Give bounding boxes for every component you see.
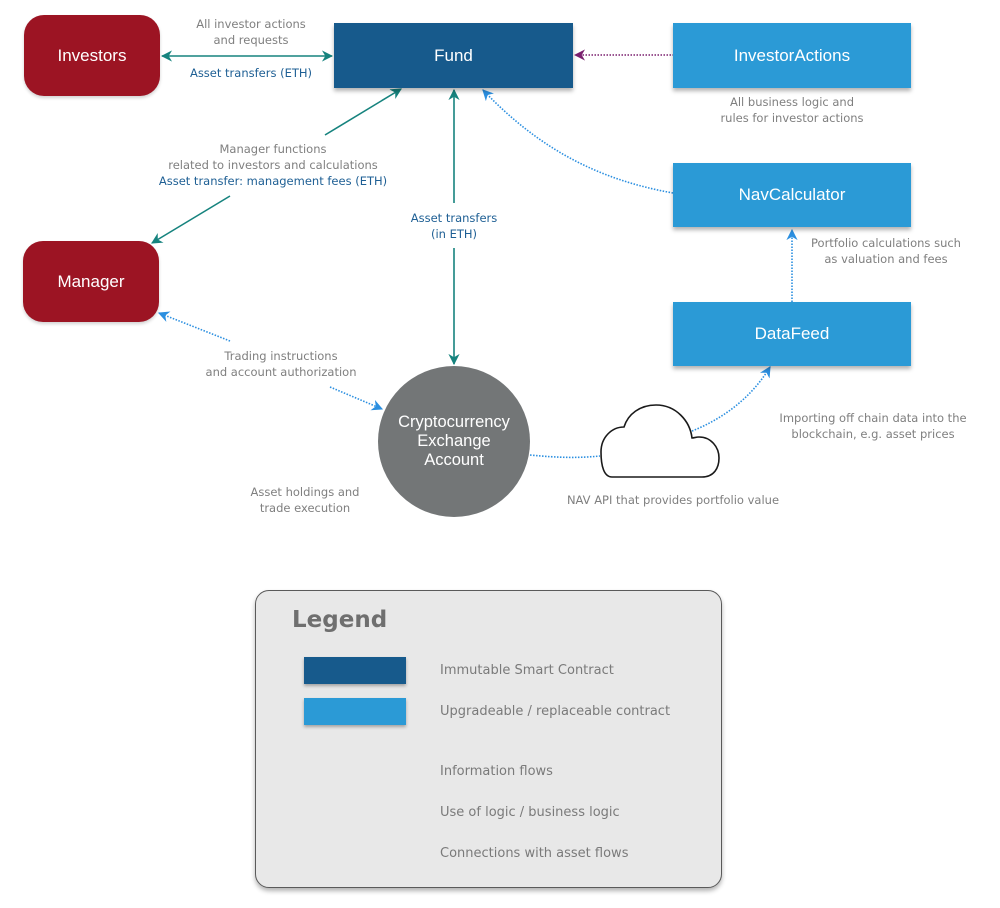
- legend-asset-flow-label: Connections with asset flows: [440, 846, 629, 861]
- exchange-label-line-2: Exchange: [417, 432, 491, 450]
- investors-label: Investors: [57, 45, 127, 65]
- legend-immutable-label: Immutable Smart Contract: [440, 663, 614, 678]
- investors-node[interactable]: Investors: [24, 15, 160, 96]
- navcalculator-description: Portfolio calculations such as valuation…: [796, 235, 976, 267]
- edge-exchange-navapi: [529, 454, 601, 459]
- manager-fund-info-label: Manager functions related to investors a…: [153, 141, 393, 173]
- exchange-description: Asset holdings and trade execution: [240, 484, 370, 516]
- investoractions-label: InvestorActions: [733, 45, 851, 65]
- legend-upgradeable-label: Upgradeable / replaceable contract: [440, 704, 671, 719]
- exchange-account-node[interactable]: Cryptocurrency Exchange Account: [378, 366, 530, 517]
- fund-node[interactable]: Fund: [334, 23, 573, 88]
- manager-label: Manager: [57, 271, 125, 291]
- label-line: Portfolio calculations such: [811, 236, 961, 250]
- legend-business-logic-label: Use of logic / business logic: [440, 805, 620, 820]
- investors-fund-info-label: All investor actions and requests: [176, 16, 326, 48]
- edge-manager-fund-upper: [324, 88, 402, 136]
- fund-label: Fund: [434, 45, 473, 65]
- label-line: Asset holdings and: [250, 485, 360, 499]
- datafeed-description: Importing off chain data into the blockc…: [773, 410, 973, 442]
- cloud-icon: [600, 404, 720, 478]
- investors-fund-asset-label: Asset transfers (ETH): [189, 66, 313, 80]
- legend-upgradeable-swatch: [304, 698, 406, 725]
- exchange-label-line-1: Cryptocurrency: [398, 413, 510, 431]
- edge-navapi-datafeed: [691, 366, 771, 432]
- label-line: Trading instructions: [224, 349, 338, 363]
- legend-panel: Legend Immutable Smart Contract Upgradea…: [255, 590, 722, 888]
- navcalculator-label: NavCalculator: [738, 185, 846, 204]
- exchange-label-line-3: Account: [424, 451, 484, 469]
- datafeed-node[interactable]: DataFeed: [673, 302, 911, 366]
- label-line: (in ETH): [430, 227, 478, 241]
- manager-fund-asset-label: Asset transfer: management fees (ETH): [158, 174, 388, 188]
- label-line: rules for investor actions: [720, 111, 864, 125]
- datafeed-label: DataFeed: [754, 324, 830, 343]
- label-line: and requests: [213, 33, 289, 47]
- label-line: Asset transfers: [410, 211, 498, 225]
- label-line: and account authorization: [205, 365, 357, 379]
- edge-manager-exchange-lower: [329, 386, 384, 411]
- label-line: blockchain, e.g. asset prices: [791, 427, 955, 441]
- legend-title: Legend: [292, 607, 388, 633]
- edge-navcalculator-fund: [482, 89, 674, 194]
- label-line: as valuation and fees: [824, 252, 948, 266]
- label-line: All investor actions: [196, 17, 306, 31]
- legend-information-flow-label: Information flows: [440, 764, 553, 779]
- manager-node[interactable]: Manager: [23, 241, 159, 322]
- label-line: All business logic and: [729, 95, 855, 109]
- edge-manager-fund-lower: [151, 195, 231, 244]
- manager-exchange-info-label: Trading instructions and account authori…: [191, 348, 371, 380]
- investoractions-node[interactable]: InvestorActions: [673, 23, 911, 88]
- label-line: Importing off chain data into the: [779, 411, 967, 425]
- nav-api-label: NAV API that provides portfolio value: [566, 493, 780, 507]
- fund-exchange-asset-label: Asset transfers (in ETH): [394, 210, 514, 242]
- legend-immutable-swatch: [304, 657, 406, 684]
- navcalculator-node[interactable]: NavCalculator: [673, 163, 911, 227]
- investoractions-description: All business logic and rules for investo…: [712, 94, 872, 126]
- label-line: related to investors and calculations: [168, 158, 378, 172]
- label-line: Manager functions: [219, 142, 327, 156]
- edge-manager-exchange-upper: [157, 311, 231, 342]
- label-line: trade execution: [259, 501, 351, 515]
